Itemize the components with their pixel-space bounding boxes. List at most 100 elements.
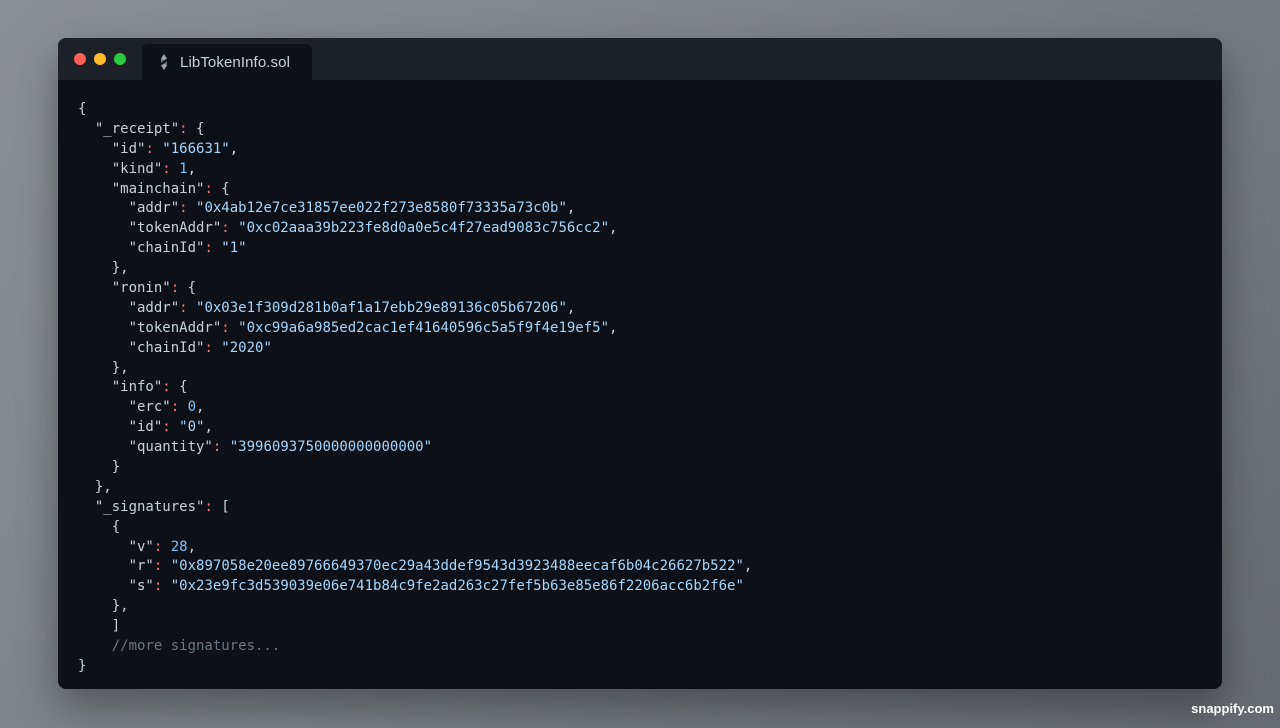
- code-token-key: "tokenAddr": [128, 319, 222, 336]
- code-token-str: "3996093750000000000000": [221, 439, 433, 456]
- code-line: "v": 28,: [78, 538, 752, 558]
- solidity-icon: [158, 54, 170, 70]
- code-token-punct: },: [94, 478, 112, 495]
- code-block: { "_receipt": { "id": "166631", "kind": …: [78, 100, 752, 677]
- code-token-key: "chainId": [128, 240, 205, 257]
- code-token-str: "166631": [153, 140, 230, 157]
- code-token-colon: :: [170, 399, 180, 416]
- code-token-punct: {: [212, 180, 230, 197]
- code-line: "addr": "0x03e1f309d281b0af1a17ebb29e891…: [78, 299, 752, 319]
- code-line: }: [78, 657, 752, 677]
- code-line: ]: [78, 617, 752, 637]
- code-token-key: "mainchain": [111, 180, 205, 197]
- code-token-key: "ronin": [111, 280, 171, 297]
- code-line: "s": "0x23e9fc3d539039e06e741b84c9fe2ad2…: [78, 577, 752, 597]
- file-tab[interactable]: LibTokenInfo.sol: [142, 44, 312, 80]
- code-token-punct: }: [111, 459, 121, 476]
- code-token-key: "r": [128, 558, 154, 575]
- watermark: snappify.com: [1191, 701, 1274, 716]
- code-token-colon: :: [204, 498, 213, 515]
- code-line: "_signatures": [: [78, 498, 752, 518]
- code-line: "info": {: [78, 378, 752, 398]
- code-token-colon: :: [162, 419, 171, 436]
- code-token-punct: ,: [187, 160, 197, 177]
- code-token-str: "1": [212, 240, 247, 257]
- maximize-window-button[interactable]: [114, 53, 126, 65]
- code-token-key: "addr": [128, 299, 180, 316]
- code-token-comment: //more signatures...: [111, 638, 281, 655]
- code-token-colon: :: [204, 240, 213, 257]
- code-token-key: "addr": [128, 200, 180, 217]
- code-token-punct: ,: [229, 140, 239, 157]
- code-token-punct: ,: [566, 299, 576, 316]
- code-token-str: "0xc02aaa39b223fe8d0a0e5c4f27ead9083c756…: [229, 220, 610, 237]
- code-token-key: "kind": [111, 160, 163, 177]
- code-token-colon: :: [221, 319, 230, 336]
- code-line: "r": "0x897058e20ee89766649370ec29a43dde…: [78, 557, 753, 577]
- code-token-str: "0": [170, 419, 205, 436]
- minimize-window-button[interactable]: [94, 53, 106, 65]
- code-line: },: [78, 259, 752, 279]
- code-line: //more signatures...: [78, 637, 752, 657]
- code-token-colon: :: [221, 220, 230, 237]
- code-line: "chainId": "1": [78, 239, 752, 259]
- code-line: "id": "0",: [78, 418, 752, 438]
- code-token-punct: },: [111, 359, 129, 376]
- code-token-str: "2020": [212, 339, 272, 356]
- code-token-colon: :: [170, 280, 180, 297]
- code-token-key: "chainId": [128, 339, 205, 356]
- code-token-key: "id": [128, 419, 163, 436]
- code-token-colon: :: [145, 140, 154, 157]
- code-line: "quantity": "3996093750000000000000": [78, 438, 752, 458]
- code-line: "chainId": "2020": [78, 339, 752, 359]
- code-token-punct: {: [78, 101, 87, 117]
- code-line: "tokenAddr": "0xc99a6a985ed2cac1ef416405…: [78, 319, 752, 339]
- code-line: },: [78, 478, 752, 498]
- window-titlebar: LibTokenInfo.sol: [58, 38, 1222, 80]
- code-token-num: 28: [162, 538, 188, 555]
- code-window: LibTokenInfo.sol { "_receipt": { "id": "…: [58, 38, 1222, 689]
- code-line: "mainchain": {: [78, 180, 752, 200]
- code-token-key: "erc": [128, 399, 171, 416]
- close-window-button[interactable]: [74, 53, 86, 65]
- code-token-punct: }: [78, 657, 87, 674]
- code-line: "ronin": {: [78, 279, 752, 299]
- code-token-punct: ,: [196, 399, 205, 416]
- code-token-punct: ,: [609, 220, 618, 237]
- code-token-str: "0x897058e20ee89766649370ec29a43ddef9543…: [162, 558, 744, 575]
- code-token-str: "0x23e9fc3d539039e06e741b84c9fe2ad263c27…: [162, 578, 744, 595]
- code-token-colon: :: [179, 299, 188, 316]
- code-token-punct: ,: [743, 558, 753, 575]
- code-line: "id": "166631",: [78, 140, 752, 160]
- code-token-str: "0x4ab12e7ce31857ee022f273e8580f73335a73…: [187, 200, 567, 217]
- code-token-colon: :: [204, 339, 213, 356]
- code-line: "addr": "0x4ab12e7ce31857ee022f273e8580f…: [78, 199, 752, 219]
- code-token-str: "0x03e1f309d281b0af1a17ebb29e89136c05b67…: [187, 299, 567, 316]
- code-line: "kind": 1,: [78, 160, 752, 180]
- code-token-punct: [: [212, 498, 230, 515]
- code-line: "tokenAddr": "0xc02aaa39b223fe8d0a0e5c4f…: [78, 219, 752, 239]
- code-line: "_receipt": {: [78, 120, 752, 140]
- code-token-punct: ,: [609, 319, 618, 336]
- code-token-key: "info": [111, 379, 163, 396]
- code-line: {: [78, 518, 752, 538]
- code-token-key: "_receipt": [94, 120, 180, 137]
- code-token-colon: :: [179, 120, 188, 137]
- code-line: }: [78, 458, 752, 478]
- code-token-colon: :: [162, 160, 171, 177]
